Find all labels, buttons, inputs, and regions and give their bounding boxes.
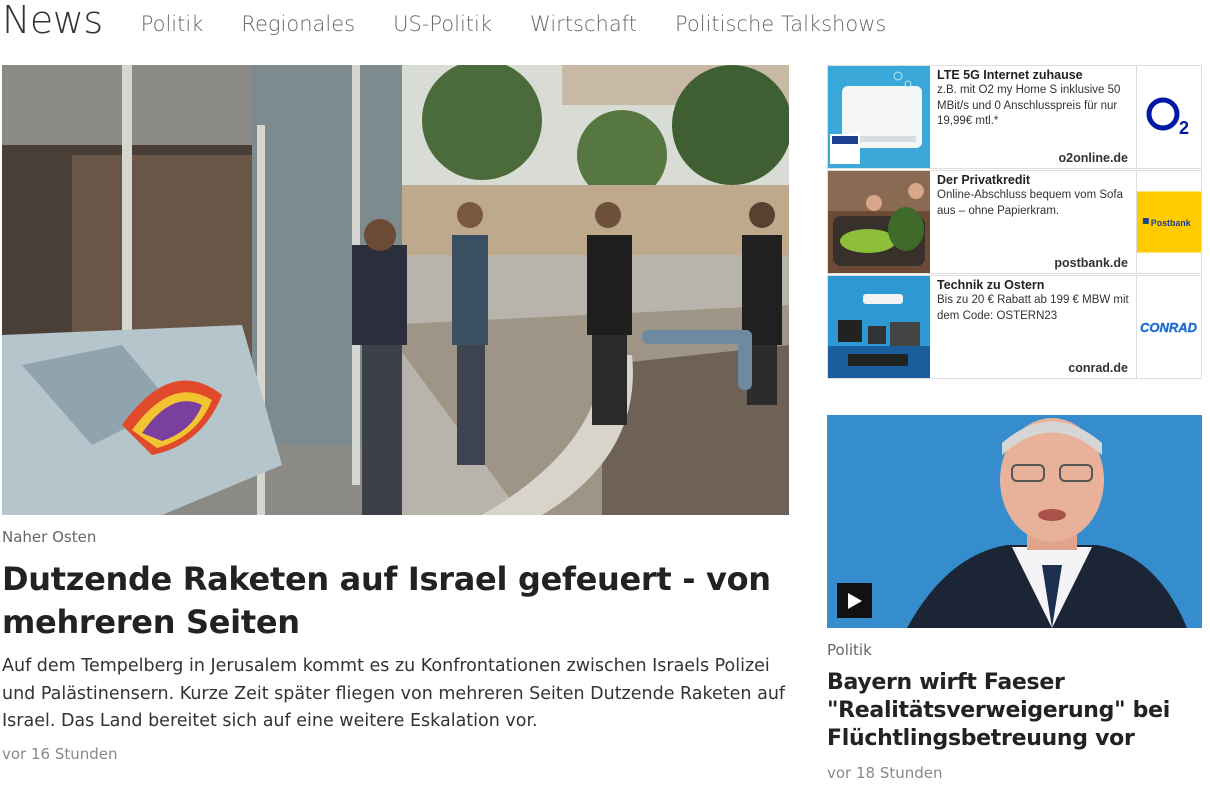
ad-conrad-description: Bis zu 20 € Rabatt ab 199 € MBW mit dem … <box>937 294 1129 322</box>
ad-o2-description: z.B. mit O2 my Home S inklusive 50 MBit/… <box>937 84 1121 127</box>
side-article-headline[interactable]: Bayern wirft Faeser "Realitätsverweigeru… <box>827 669 1202 753</box>
ad-conrad-image <box>828 276 930 378</box>
rocket-damage-photo <box>2 65 789 515</box>
main-article-kicker: Naher Osten <box>2 528 97 546</box>
play-icon <box>847 592 862 609</box>
politician-photo <box>827 415 1202 628</box>
main-article-image[interactable] <box>2 65 789 515</box>
nav-link-wirtschaft[interactable]: Wirtschaft <box>530 12 637 36</box>
ad-o2-image <box>828 66 930 168</box>
ad-o2[interactable]: LTE 5G Internet zuhause z.B. mit O2 my H… <box>827 65 1202 169</box>
ad-conrad[interactable]: Technik zu Ostern Bis zu 20 € Rabatt ab … <box>827 275 1202 379</box>
postbank-logo: Postbank <box>1136 171 1201 273</box>
brand-logo[interactable]: News <box>2 0 103 42</box>
nav-link-regionales[interactable]: Regionales <box>241 12 355 36</box>
side-article-kicker: Politik <box>827 641 872 659</box>
side-article-image[interactable] <box>827 415 1202 628</box>
nav-links: Politik Regionales US-Politik Wirtschaft… <box>141 12 925 36</box>
main-article-timestamp: vor 16 Stunden <box>2 745 118 763</box>
top-navigation: News Politik Regionales US-Politik Wirts… <box>0 0 1210 56</box>
main-article-teaser[interactable]: Auf dem Tempelberg in Jerusalem kommt es… <box>2 653 792 736</box>
nav-link-us-politik[interactable]: US-Politik <box>393 12 492 36</box>
ad-postbank[interactable]: Der Privatkredit Online-Abschluss bequem… <box>827 170 1202 274</box>
o2-logo: 2 <box>1136 66 1201 168</box>
main-article-headline[interactable]: Dutzende Raketen auf Israel gefeuert - v… <box>2 558 782 644</box>
side-article-timestamp: vor 18 Stunden <box>827 764 943 782</box>
ad-o2-title: LTE 5G Internet zuhause <box>937 68 1083 82</box>
nav-link-politik[interactable]: Politik <box>141 12 204 36</box>
svg-text:CONRAD: CONRAD <box>1140 320 1198 335</box>
ad-postbank-image <box>828 171 930 273</box>
ad-conrad-title: Technik zu Ostern <box>937 278 1045 292</box>
svg-text:2: 2 <box>1179 118 1189 138</box>
nav-link-politische-talkshows[interactable]: Politische Talkshows <box>675 12 886 36</box>
ad-postbank-title: Der Privatkredit <box>937 173 1031 187</box>
ad-postbank-domain: postbank.de <box>1054 256 1128 270</box>
ad-block: LTE 5G Internet zuhause z.B. mit O2 my H… <box>827 65 1202 380</box>
ad-postbank-description: Online-Abschluss bequem vom Sofa aus – o… <box>937 189 1124 217</box>
conrad-logo: CONRAD <box>1136 276 1201 378</box>
video-play-button[interactable] <box>837 583 872 618</box>
svg-text:Postbank: Postbank <box>1151 218 1191 228</box>
ad-conrad-domain: conrad.de <box>1068 361 1128 375</box>
ad-o2-domain: o2online.de <box>1058 151 1128 165</box>
